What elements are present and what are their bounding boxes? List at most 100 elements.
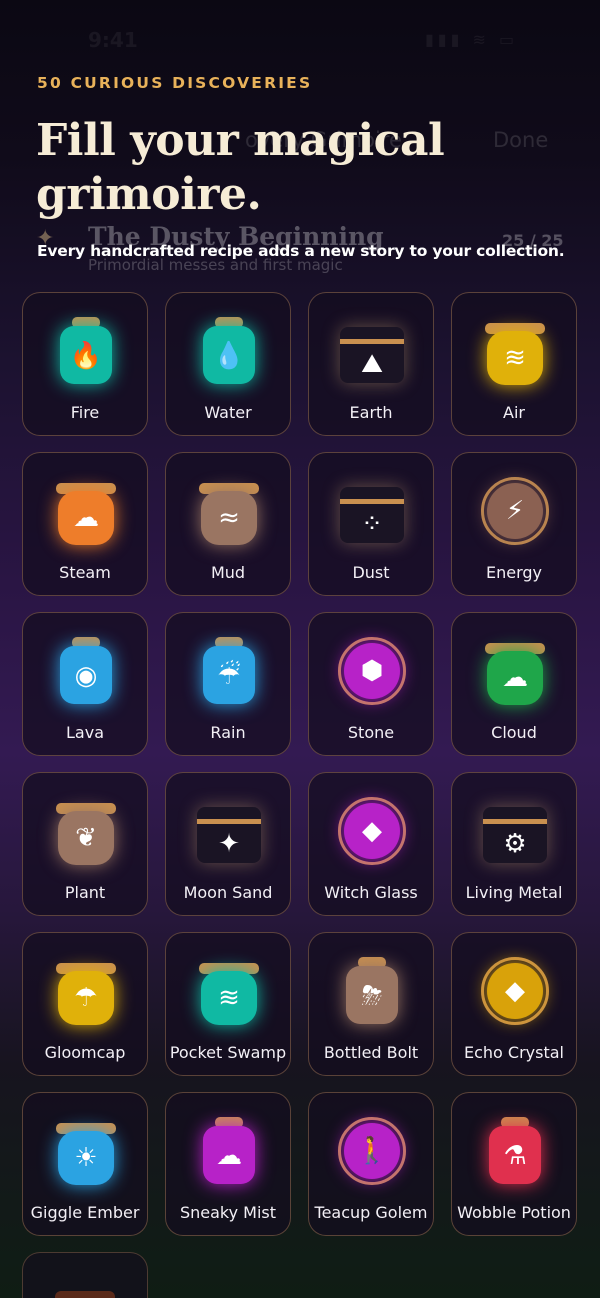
- discovery-label: Pocket Swamp: [169, 1043, 287, 1062]
- rain-cloud-icon: ☔: [217, 661, 241, 691]
- discovery-label: Steam: [59, 563, 111, 582]
- jar-container-icon: ≋: [483, 315, 547, 387]
- discovery-label: Gloomcap: [44, 1043, 126, 1062]
- discovery-card[interactable]: ⚡ Energy: [451, 452, 577, 596]
- figure-icon: 🚶: [355, 1136, 389, 1166]
- jar-container-icon: ☀: [54, 1115, 118, 1187]
- discovery-label: Lava: [66, 723, 104, 742]
- chest-band: [340, 339, 404, 344]
- discovery-card[interactable]: ❦ Plant: [22, 772, 148, 916]
- discovery-label: Stone: [347, 723, 395, 742]
- status-icons: ▮▮▮ ≋ ▭: [425, 30, 519, 49]
- test-tubes-icon: ⚗: [503, 1141, 527, 1171]
- chest-band: [197, 819, 261, 824]
- discovery-label: Living Metal: [465, 883, 563, 902]
- discovery-card[interactable]: ≋ Air: [451, 292, 577, 436]
- jar-container-icon: ☂: [54, 955, 118, 1027]
- discovery-label: Sneaky Mist: [179, 1203, 277, 1222]
- discovery-card[interactable]: ⛰ Earth: [308, 292, 434, 436]
- partial-card[interactable]: [22, 1252, 148, 1298]
- discovery-label: Giggle Ember: [30, 1203, 140, 1222]
- bottle-container-icon: 🔥: [54, 315, 118, 387]
- bottle-container-icon: ☁: [197, 1115, 261, 1187]
- discovery-label: Teacup Golem: [314, 1203, 428, 1222]
- discovery-card[interactable]: ≈ Mud: [165, 452, 291, 596]
- jar-container-icon: ☁: [54, 475, 118, 547]
- bottle-container-icon: 💧: [197, 315, 261, 387]
- discovery-card[interactable]: ⬢ Stone: [308, 612, 434, 756]
- eyebrow-text: 50 CURIOUS DISCOVERIES: [37, 74, 313, 92]
- discovery-label: Echo Crystal: [464, 1043, 564, 1062]
- waves-icon: ≈: [218, 503, 240, 533]
- discovery-card[interactable]: ⁘ Dust: [308, 452, 434, 596]
- discovery-card[interactable]: ☁ Cloud: [451, 612, 577, 756]
- chest-band: [340, 499, 404, 504]
- discovery-card[interactable]: ⚗ Wobble Potion: [451, 1092, 577, 1236]
- bolt-icon: ⚡: [505, 496, 525, 526]
- storm-cloud-icon: ⛈: [361, 981, 383, 1011]
- discovery-card[interactable]: ◆ Witch Glass: [308, 772, 434, 916]
- leaf-icon: ❦: [75, 823, 97, 853]
- sun-icon: ☀: [74, 1143, 98, 1173]
- discovery-label: Witch Glass: [324, 883, 418, 902]
- discovery-card[interactable]: ✦ Moon Sand: [165, 772, 291, 916]
- discovery-label: Fire: [70, 403, 100, 422]
- bottle-container-icon: ☔: [197, 635, 261, 707]
- bottle-container-icon: ⛈: [340, 955, 404, 1027]
- dots-icon: ⁘: [361, 509, 383, 539]
- water-wind-icon: ≋: [218, 983, 240, 1013]
- discovery-label: Rain: [210, 723, 246, 742]
- discovery-card[interactable]: ⚙ Living Metal: [451, 772, 577, 916]
- headline: Fill your magical grimoire.: [36, 115, 445, 220]
- orb-container-icon: ◆: [481, 955, 549, 1027]
- discovery-label: Dust: [352, 563, 390, 582]
- chest-container-icon: ⛰: [340, 315, 404, 387]
- discovery-card[interactable]: ☀ Giggle Ember: [22, 1092, 148, 1236]
- jar-container-icon: ≋: [197, 955, 261, 1027]
- discovery-label: Mud: [210, 563, 246, 582]
- orb-container-icon: 🚶: [338, 1115, 406, 1187]
- jar-lid-icon: [55, 1291, 115, 1298]
- bottle-container-icon: ⚗: [483, 1115, 547, 1187]
- diamond-icon: ◆: [362, 816, 382, 846]
- discovery-label: Water: [204, 403, 252, 422]
- cloud-icon: ☁: [502, 663, 528, 693]
- discovery-card[interactable]: ⛈ Bottled Bolt: [308, 932, 434, 1076]
- discovery-card[interactable]: ☁ Sneaky Mist: [165, 1092, 291, 1236]
- jar-container-icon: ≈: [197, 475, 261, 547]
- discovery-card[interactable]: 💧 Water: [165, 292, 291, 436]
- tagline: Every handcrafted recipe adds a new stor…: [37, 242, 565, 260]
- discovery-card[interactable]: 🚶 Teacup Golem: [308, 1092, 434, 1236]
- discovery-card[interactable]: ☁ Steam: [22, 452, 148, 596]
- flame-drop-icon: ◉: [74, 661, 98, 691]
- chest-container-icon: ⁘: [340, 475, 404, 547]
- hexagon-icon: ⬢: [360, 656, 384, 686]
- discovery-label: Air: [503, 403, 525, 422]
- orb-container-icon: ⬢: [338, 635, 406, 707]
- fog-icon: ☁: [216, 1141, 242, 1171]
- discovery-label: Wobble Potion: [457, 1203, 571, 1222]
- discovery-label: Energy: [485, 563, 542, 582]
- discovery-card[interactable]: ☔ Rain: [165, 612, 291, 756]
- discovery-label: Plant: [64, 883, 106, 902]
- discovery-card[interactable]: ◆ Echo Crystal: [451, 932, 577, 1076]
- orb-container-icon: ◆: [338, 795, 406, 867]
- umbrella-icon: ☂: [74, 983, 98, 1013]
- sparkles-icon: ✦: [218, 829, 240, 859]
- flame-icon: 🔥: [69, 341, 103, 371]
- orb-container-icon: ⚡: [481, 475, 549, 547]
- drop-icon: 💧: [212, 341, 246, 371]
- discovery-label: Cloud: [491, 723, 537, 742]
- chest-container-icon: ⚙: [483, 795, 547, 867]
- mountain-icon: ⛰: [361, 349, 383, 379]
- diamond-icon: ◆: [505, 976, 525, 1006]
- discovery-card[interactable]: ☂ Gloomcap: [22, 932, 148, 1076]
- bottle-container-icon: ◉: [54, 635, 118, 707]
- discovery-card[interactable]: ◉ Lava: [22, 612, 148, 756]
- chest-container-icon: ✦: [197, 795, 261, 867]
- discovery-card[interactable]: 🔥 Fire: [22, 292, 148, 436]
- jar-container-icon: ☁: [483, 635, 547, 707]
- gear-icon: ⚙: [503, 829, 527, 859]
- jar-container-icon: ❦: [54, 795, 118, 867]
- discovery-card[interactable]: ≋ Pocket Swamp: [165, 932, 291, 1076]
